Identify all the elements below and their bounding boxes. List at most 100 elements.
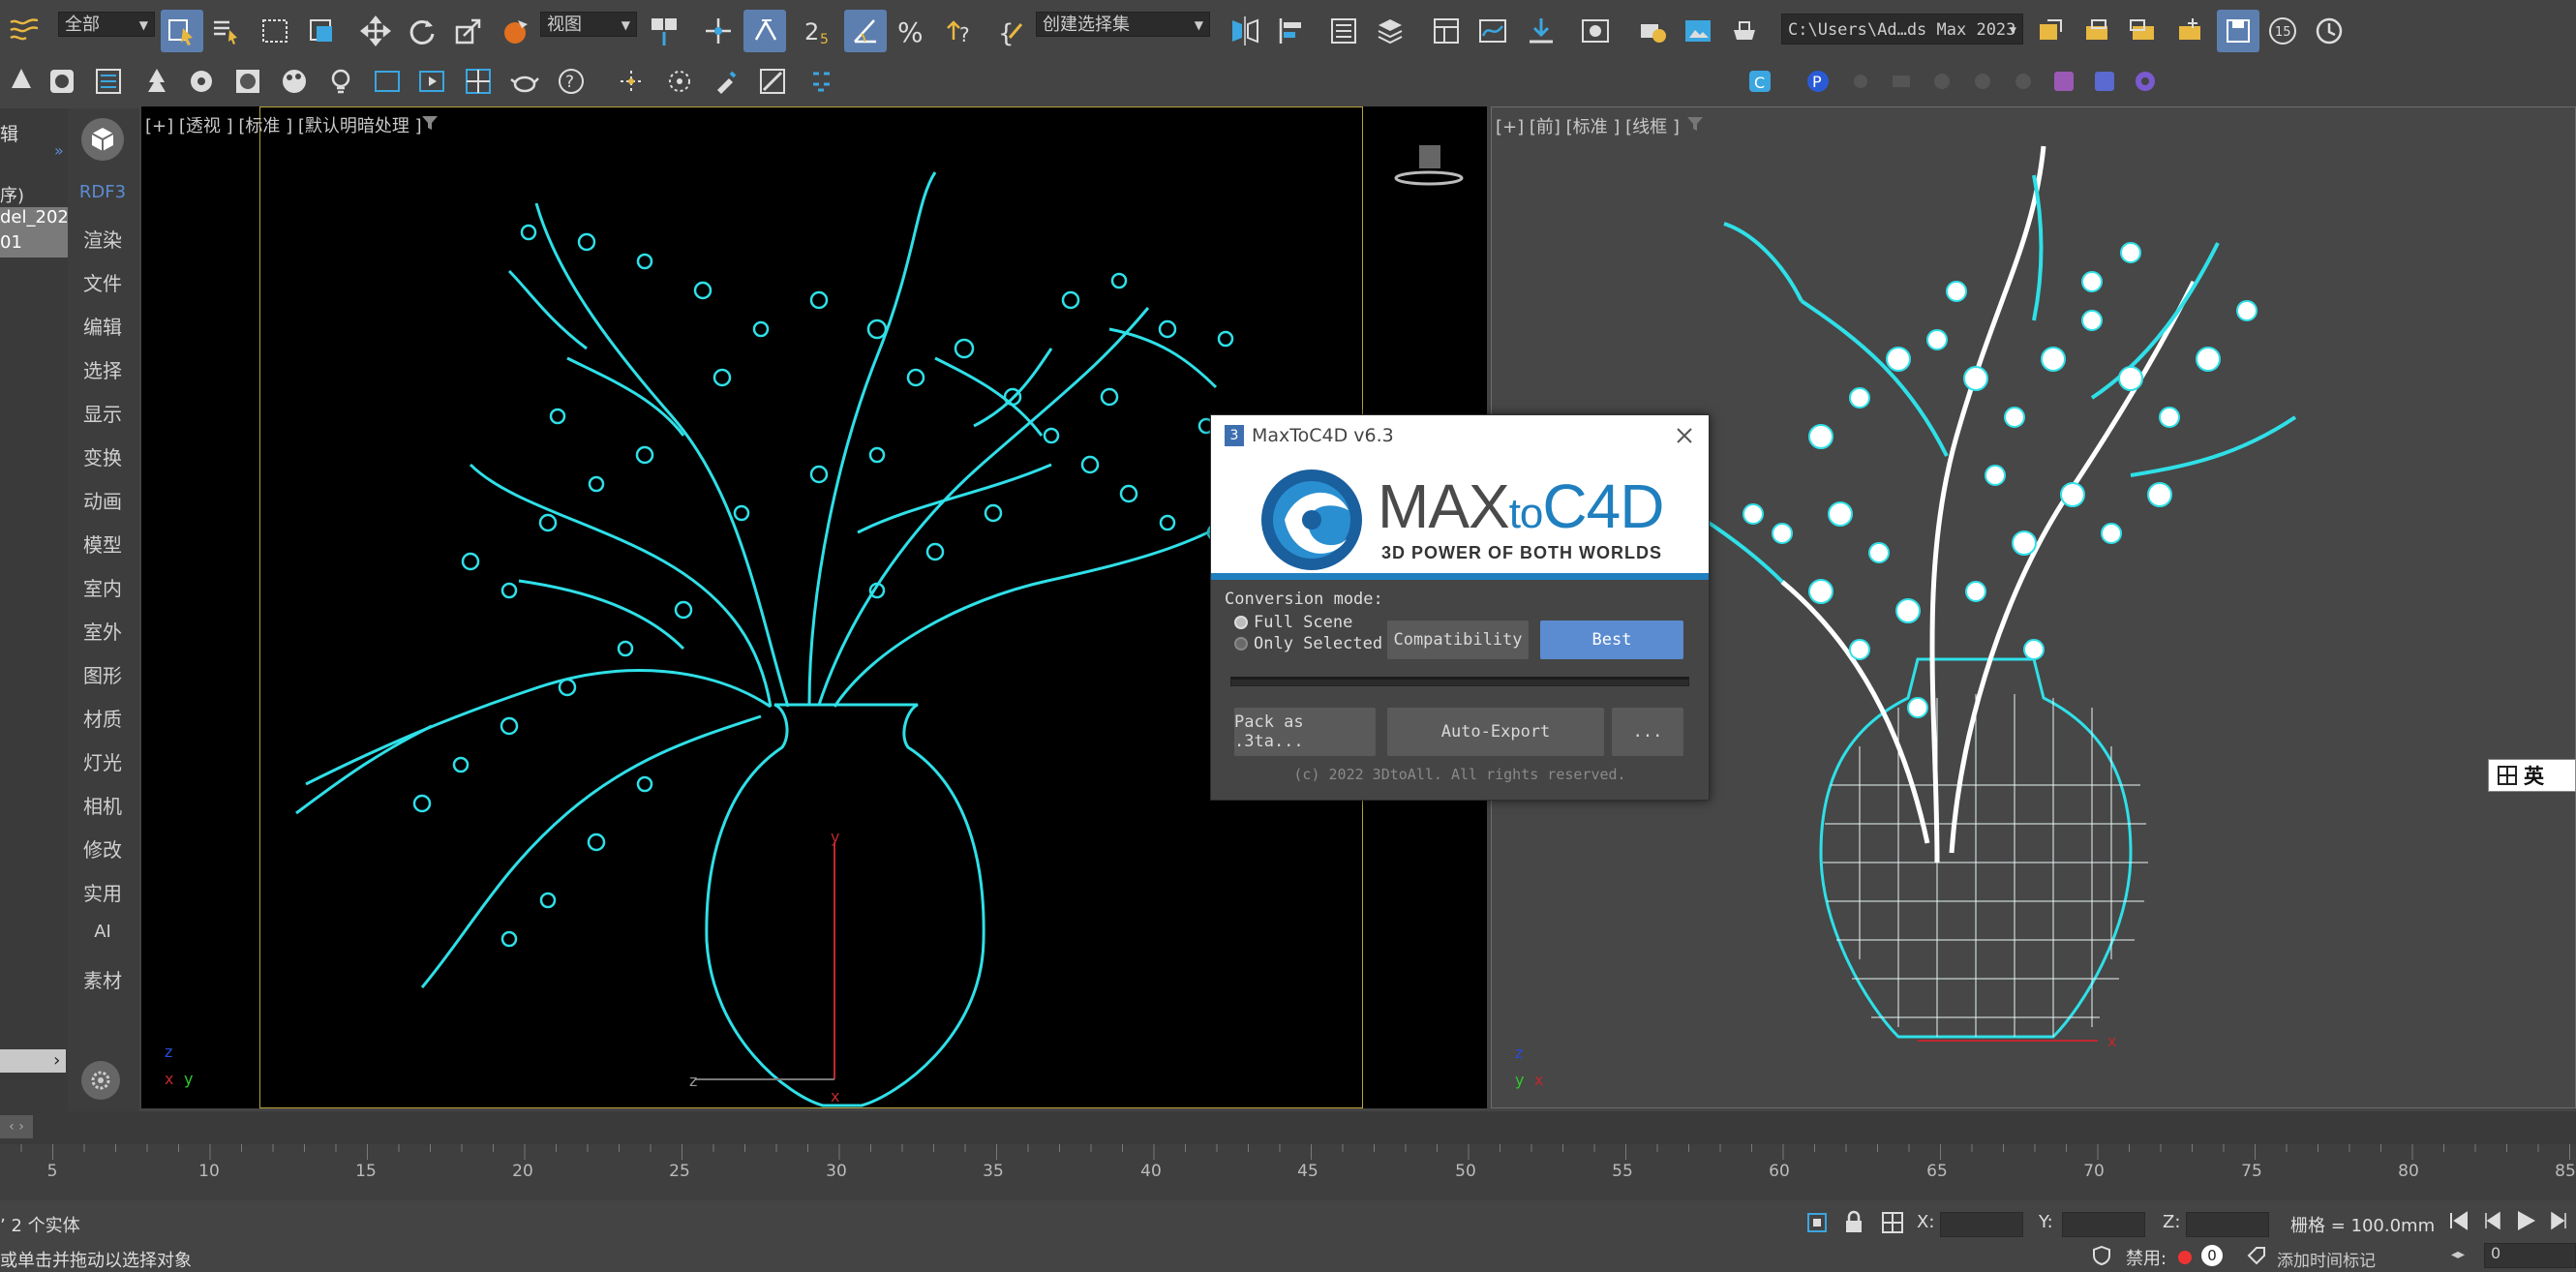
menu-wave-icon[interactable]	[2, 8, 45, 50]
rect-select-region-icon[interactable]	[254, 10, 296, 52]
render-production-icon[interactable]	[1723, 10, 1766, 52]
sidebar-item-file[interactable]: 文件	[68, 268, 137, 296]
schematic-view-icon[interactable]	[1520, 10, 1562, 52]
scene-explorer-icon[interactable]	[1322, 10, 1365, 52]
paint-brush-icon[interactable]	[705, 60, 747, 103]
sidebar-item-select[interactable]: 选择	[68, 355, 137, 383]
list-icon[interactable]	[87, 60, 130, 103]
move-icon[interactable]	[354, 10, 397, 52]
time-tag-icon[interactable]	[2246, 1245, 2267, 1266]
sidebar-item-assets[interactable]: 素材	[68, 965, 137, 993]
plant-icon[interactable]	[136, 60, 178, 103]
keyboard-shortcut-icon[interactable]	[743, 10, 786, 52]
placement-icon[interactable]	[496, 10, 538, 52]
viewport-layout-icon[interactable]	[366, 60, 409, 103]
named-selection-dropdown[interactable]: 创建选择集 ▼	[1036, 12, 1210, 37]
teapot-icon[interactable]	[503, 60, 546, 103]
close-icon[interactable]	[1670, 421, 1699, 450]
dialog-titlebar[interactable]: 3 MaxToC4D v6.3	[1211, 415, 1709, 456]
plugin-gear-icon[interactable]	[2124, 60, 2167, 103]
layer-explorer-icon[interactable]	[1369, 10, 1411, 52]
project-open-icon[interactable]	[2029, 10, 2072, 52]
plugin-skp-icon[interactable]	[2083, 60, 2126, 103]
percent-snap-icon[interactable]: %	[891, 10, 933, 52]
plugin-gray-5-icon[interactable]	[2002, 60, 2045, 103]
rendered-frame-icon[interactable]	[1677, 10, 1719, 52]
z-coord-field[interactable]	[2186, 1212, 2269, 1237]
ime-indicator[interactable]: 英	[2488, 759, 2576, 792]
toggle-ribbon-icon[interactable]	[1425, 10, 1468, 52]
badge-circle-icon[interactable]: 15	[2261, 10, 2304, 52]
add-time-tag-label[interactable]: 添加时间标记	[2277, 1247, 2376, 1271]
grid-snap-icon[interactable]	[457, 60, 500, 103]
time-slider[interactable]: ‹ ›	[0, 1111, 2576, 1144]
pack-as-button[interactable]: Pack as .3ta...	[1234, 708, 1376, 756]
object-gear-icon[interactable]	[180, 60, 223, 103]
material-ball-icon[interactable]	[227, 60, 269, 103]
time-slider-handle[interactable]: ‹ ›	[0, 1115, 33, 1138]
render-setup-icon[interactable]	[1630, 10, 1673, 52]
object-list-item-2[interactable]: 01	[0, 232, 68, 257]
sidebar-item-light[interactable]: 灯光	[68, 747, 137, 775]
sidebar-item-animation[interactable]: 动画	[68, 486, 137, 514]
save-icon[interactable]	[2217, 10, 2259, 52]
select-by-name-icon[interactable]	[205, 10, 248, 52]
rotate-icon[interactable]	[401, 10, 443, 52]
history-icon[interactable]	[2308, 10, 2350, 52]
object-list-item-1[interactable]: del_2023	[0, 207, 79, 232]
sidebar-item-exterior[interactable]: 室外	[68, 617, 137, 645]
absolute-mode-icon[interactable]	[1880, 1210, 1905, 1235]
radio-only-selected[interactable]: Only Selected	[1234, 634, 1382, 653]
play-icon[interactable]	[2513, 1208, 2538, 1233]
compatibility-button[interactable]: Compatibility	[1387, 621, 1529, 659]
frame-spinner-arrows[interactable]: ◂▸	[2451, 1247, 2465, 1262]
current-frame-field[interactable]: 0	[2484, 1243, 2576, 1268]
tree-icon[interactable]	[0, 60, 43, 103]
curve-editor-icon[interactable]	[1471, 10, 1514, 52]
sidebar-item-interior[interactable]: 室内	[68, 573, 137, 601]
go-to-start-icon[interactable]	[2447, 1209, 2470, 1232]
sidebar-item-modify[interactable]: 修改	[68, 834, 137, 863]
snap-toggle-icon[interactable]: 25	[798, 10, 840, 52]
radio-full-scene[interactable]: Full Scene	[1234, 613, 1352, 632]
plugin-gray-1-icon[interactable]	[1839, 60, 1882, 103]
y-coord-field[interactable]	[2062, 1212, 2145, 1237]
pivot-icon[interactable]	[643, 10, 685, 52]
project-folder-icon[interactable]	[2076, 10, 2118, 52]
fog-icon[interactable]	[41, 60, 83, 103]
spinner-snap-icon[interactable]: ?	[937, 10, 980, 52]
sidebar-item-utility[interactable]: 实用	[68, 878, 137, 906]
sidebar-logo-icon[interactable]	[81, 118, 124, 161]
sidebar-item-display[interactable]: 显示	[68, 399, 137, 427]
help-icon[interactable]: ?	[550, 60, 592, 103]
collapse-chevron-icon[interactable]: ›	[0, 1049, 66, 1073]
plugin-gray-2-icon[interactable]	[1880, 60, 1923, 103]
plugin-gray-4-icon[interactable]	[1961, 60, 2004, 103]
plugin-dsa-icon[interactable]	[2043, 60, 2085, 103]
zoom-extents-icon[interactable]	[1804, 1210, 1830, 1235]
sidebar-item-edit[interactable]: 编辑	[68, 312, 137, 340]
x-coord-field[interactable]	[1940, 1212, 2023, 1237]
best-button[interactable]: Best	[1540, 621, 1683, 659]
mirror-icon[interactable]	[1224, 10, 1266, 52]
paint-deform-icon[interactable]	[751, 60, 794, 103]
project-path-dropdown[interactable]: C:\Users\Ad…ds Max 2023 ▼	[1781, 14, 2023, 45]
scale-icon[interactable]	[447, 10, 490, 52]
sidebar-settings-icon[interactable]	[81, 1061, 120, 1100]
track-bar[interactable]	[0, 1144, 2576, 1200]
select-manipulate-icon[interactable]	[697, 10, 740, 52]
selection-filter-dropdown[interactable]: 全部 ▼	[58, 12, 155, 37]
edit-named-selection-icon[interactable]: {	[991, 10, 1034, 52]
align-icon[interactable]	[1270, 10, 1313, 52]
next-frame-icon[interactable]	[2548, 1209, 2571, 1232]
project-settings-icon[interactable]	[2168, 10, 2211, 52]
sidebar-item-material[interactable]: 材质	[68, 704, 137, 732]
light-bulb-icon[interactable]	[319, 60, 362, 103]
render-frame-icon[interactable]	[410, 60, 453, 103]
sidebar-item-model[interactable]: 模型	[68, 530, 137, 558]
select-object-icon[interactable]	[161, 10, 203, 52]
palette-icon[interactable]	[273, 60, 316, 103]
expand-arrows-icon[interactable]: »	[54, 141, 64, 160]
sidebar-item-transform[interactable]: 变换	[68, 442, 137, 470]
sidebar-item-render[interactable]: 渲染	[68, 225, 137, 253]
